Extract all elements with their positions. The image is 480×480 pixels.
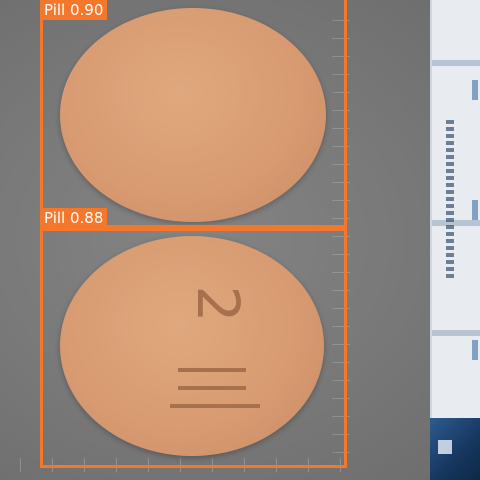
detection-label: Pill 0.88 xyxy=(40,208,108,228)
panel-edge-mark xyxy=(472,80,478,100)
detection-box xyxy=(40,228,347,468)
detection-score: 0.90 xyxy=(70,1,104,19)
detection-score: 0.88 xyxy=(70,209,104,227)
panel-edge-mark xyxy=(472,340,478,360)
detection-class: Pill xyxy=(44,209,66,227)
panel-band xyxy=(432,60,480,66)
panel-square xyxy=(438,440,452,454)
detection-box xyxy=(40,0,347,228)
detection-label: Pill 0.90 xyxy=(40,0,108,20)
background-dark-panel xyxy=(430,418,480,480)
panel-text-blur xyxy=(446,120,454,280)
panel-band xyxy=(432,220,480,226)
detection-class: Pill xyxy=(44,1,66,19)
panel-edge-mark xyxy=(472,200,478,220)
background-document-panel xyxy=(430,0,480,418)
panel-band xyxy=(432,330,480,336)
photo-scene: 2 Pill 0.90 Pill 0.88 xyxy=(0,0,480,480)
